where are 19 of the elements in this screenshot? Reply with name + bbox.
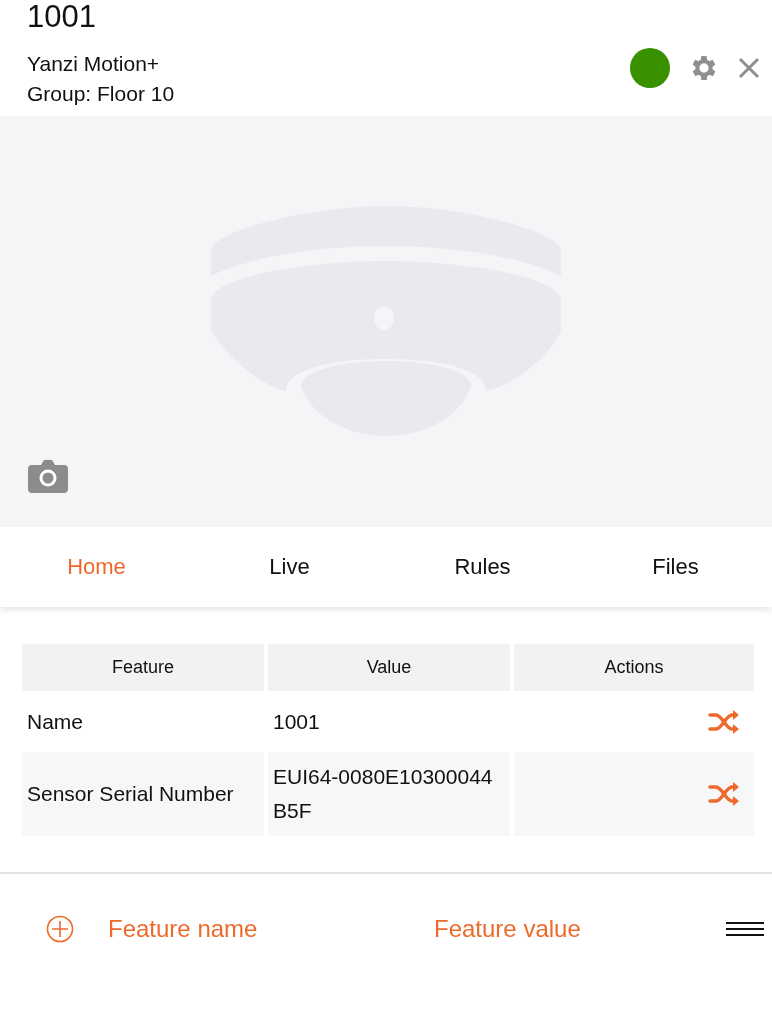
device-type: Yanzi Motion+ (27, 51, 161, 77)
menu-icon[interactable] (726, 920, 764, 938)
device-title: 1001 (27, 0, 97, 35)
tab[interactable]: Rules (386, 527, 579, 607)
shuffle-icon[interactable] (708, 708, 740, 735)
column-header: Actions (514, 644, 754, 691)
column-header: Value (268, 644, 510, 691)
camera-icon[interactable] (28, 459, 68, 493)
shuffle-icon[interactable] (708, 781, 740, 807)
table-cell: EUI64-0080E10300044B5F (268, 752, 510, 836)
tab[interactable]: Live (193, 527, 386, 607)
table-cell: Sensor Serial Number (22, 752, 264, 836)
feature-name-field[interactable]: Feature name (106, 914, 410, 944)
column-header: Feature (22, 644, 264, 691)
feature-value-field[interactable]: Feature value (432, 914, 706, 944)
device-group: Group: Floor 10 (27, 79, 175, 109)
close-icon[interactable] (738, 57, 760, 79)
add-icon[interactable] (46, 915, 74, 943)
tab[interactable]: Files (579, 527, 772, 607)
